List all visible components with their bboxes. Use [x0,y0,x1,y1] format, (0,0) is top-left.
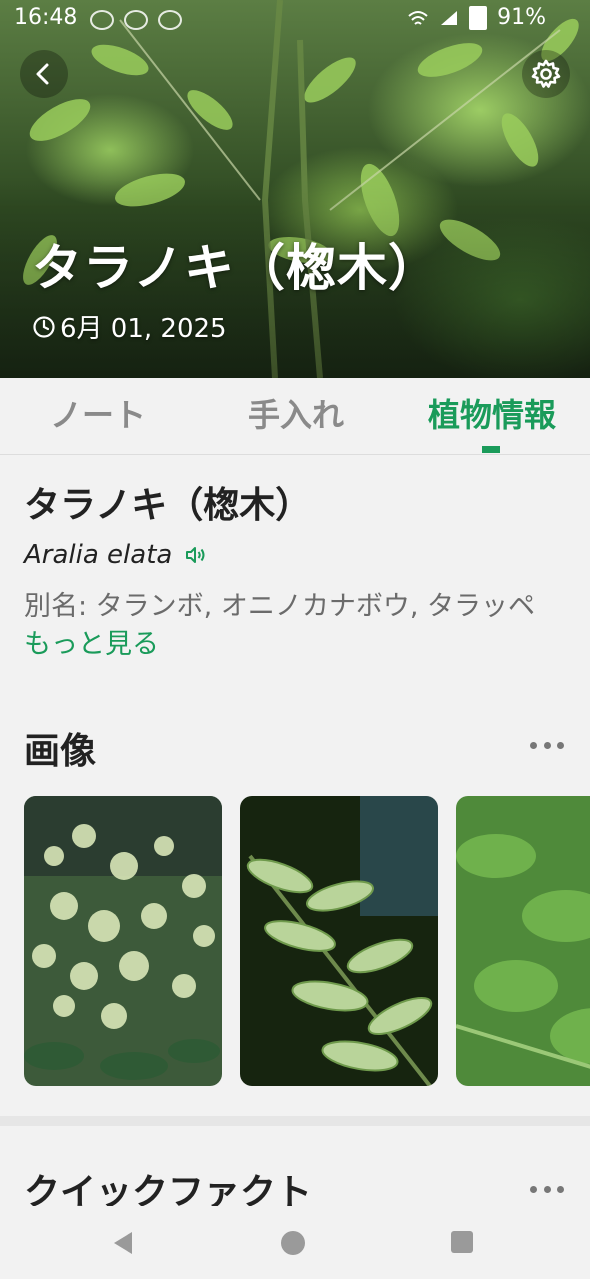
battery-icon [469,6,488,30]
more-horizontal-icon [530,741,537,749]
tab-bar: ノート 手入れ 植物情報 [0,378,590,455]
gallery-photo[interactable] [456,796,590,1086]
clock-icon [33,315,55,338]
nav-home-icon[interactable] [280,1230,306,1256]
notification-icon [124,10,148,30]
status-bar: 16:48 91% [0,0,590,36]
tab-notes[interactable]: ノート [0,378,196,454]
status-time: 16:48 [14,5,78,30]
images-more-button[interactable] [530,740,564,750]
gallery-photo[interactable] [240,796,438,1086]
photo-flowers [24,796,222,1086]
back-arrow-icon [36,63,49,85]
plant-name: タラノキ（楤木） [24,485,312,526]
tab-plant-info[interactable]: 植物情報 [394,378,590,454]
active-tab-indicator [482,446,500,453]
images-section-title: 画像 [24,731,97,772]
back-button[interactable] [20,50,68,98]
system-nav-bar [0,1206,590,1279]
entry-date: 6月 01, 2025 [32,308,227,345]
aliases-text: 別名: タランボ, オニノカナボウ, タラッペ [24,591,536,622]
date-text: 6月 01, 2025 [60,314,227,344]
speaker-icon[interactable] [184,543,208,567]
settings-button[interactable] [522,50,570,98]
status-right: 91% [407,0,546,36]
page-title: タラノキ（楤木） [32,239,439,297]
wifi-icon [408,11,428,25]
nav-back-icon[interactable] [110,1230,136,1256]
image-gallery[interactable] [24,796,590,1086]
quick-facts-more-button[interactable] [530,1184,564,1194]
show-more-link[interactable]: もっと見る [24,629,159,660]
section-divider [0,1116,590,1126]
scientific-name: Aralia elata [24,540,173,570]
aliases: 別名: タランボ, オニノカナボウ, タラッペ もっと見る [24,588,564,664]
nav-recents-icon[interactable] [450,1230,474,1254]
photo-leaves [240,796,438,1086]
notification-icon [90,10,114,30]
gallery-photo[interactable] [24,796,222,1086]
scientific-name-row: Aralia elata [24,540,208,570]
gear-icon [531,59,561,88]
tab-care[interactable]: 手入れ [198,378,394,454]
notification-icon [158,10,182,30]
photo-shrub [456,796,590,1086]
battery-level: 91% [497,5,546,30]
signal-icon [441,11,458,25]
more-horizontal-icon [530,1185,537,1193]
notification-icons [90,10,182,30]
